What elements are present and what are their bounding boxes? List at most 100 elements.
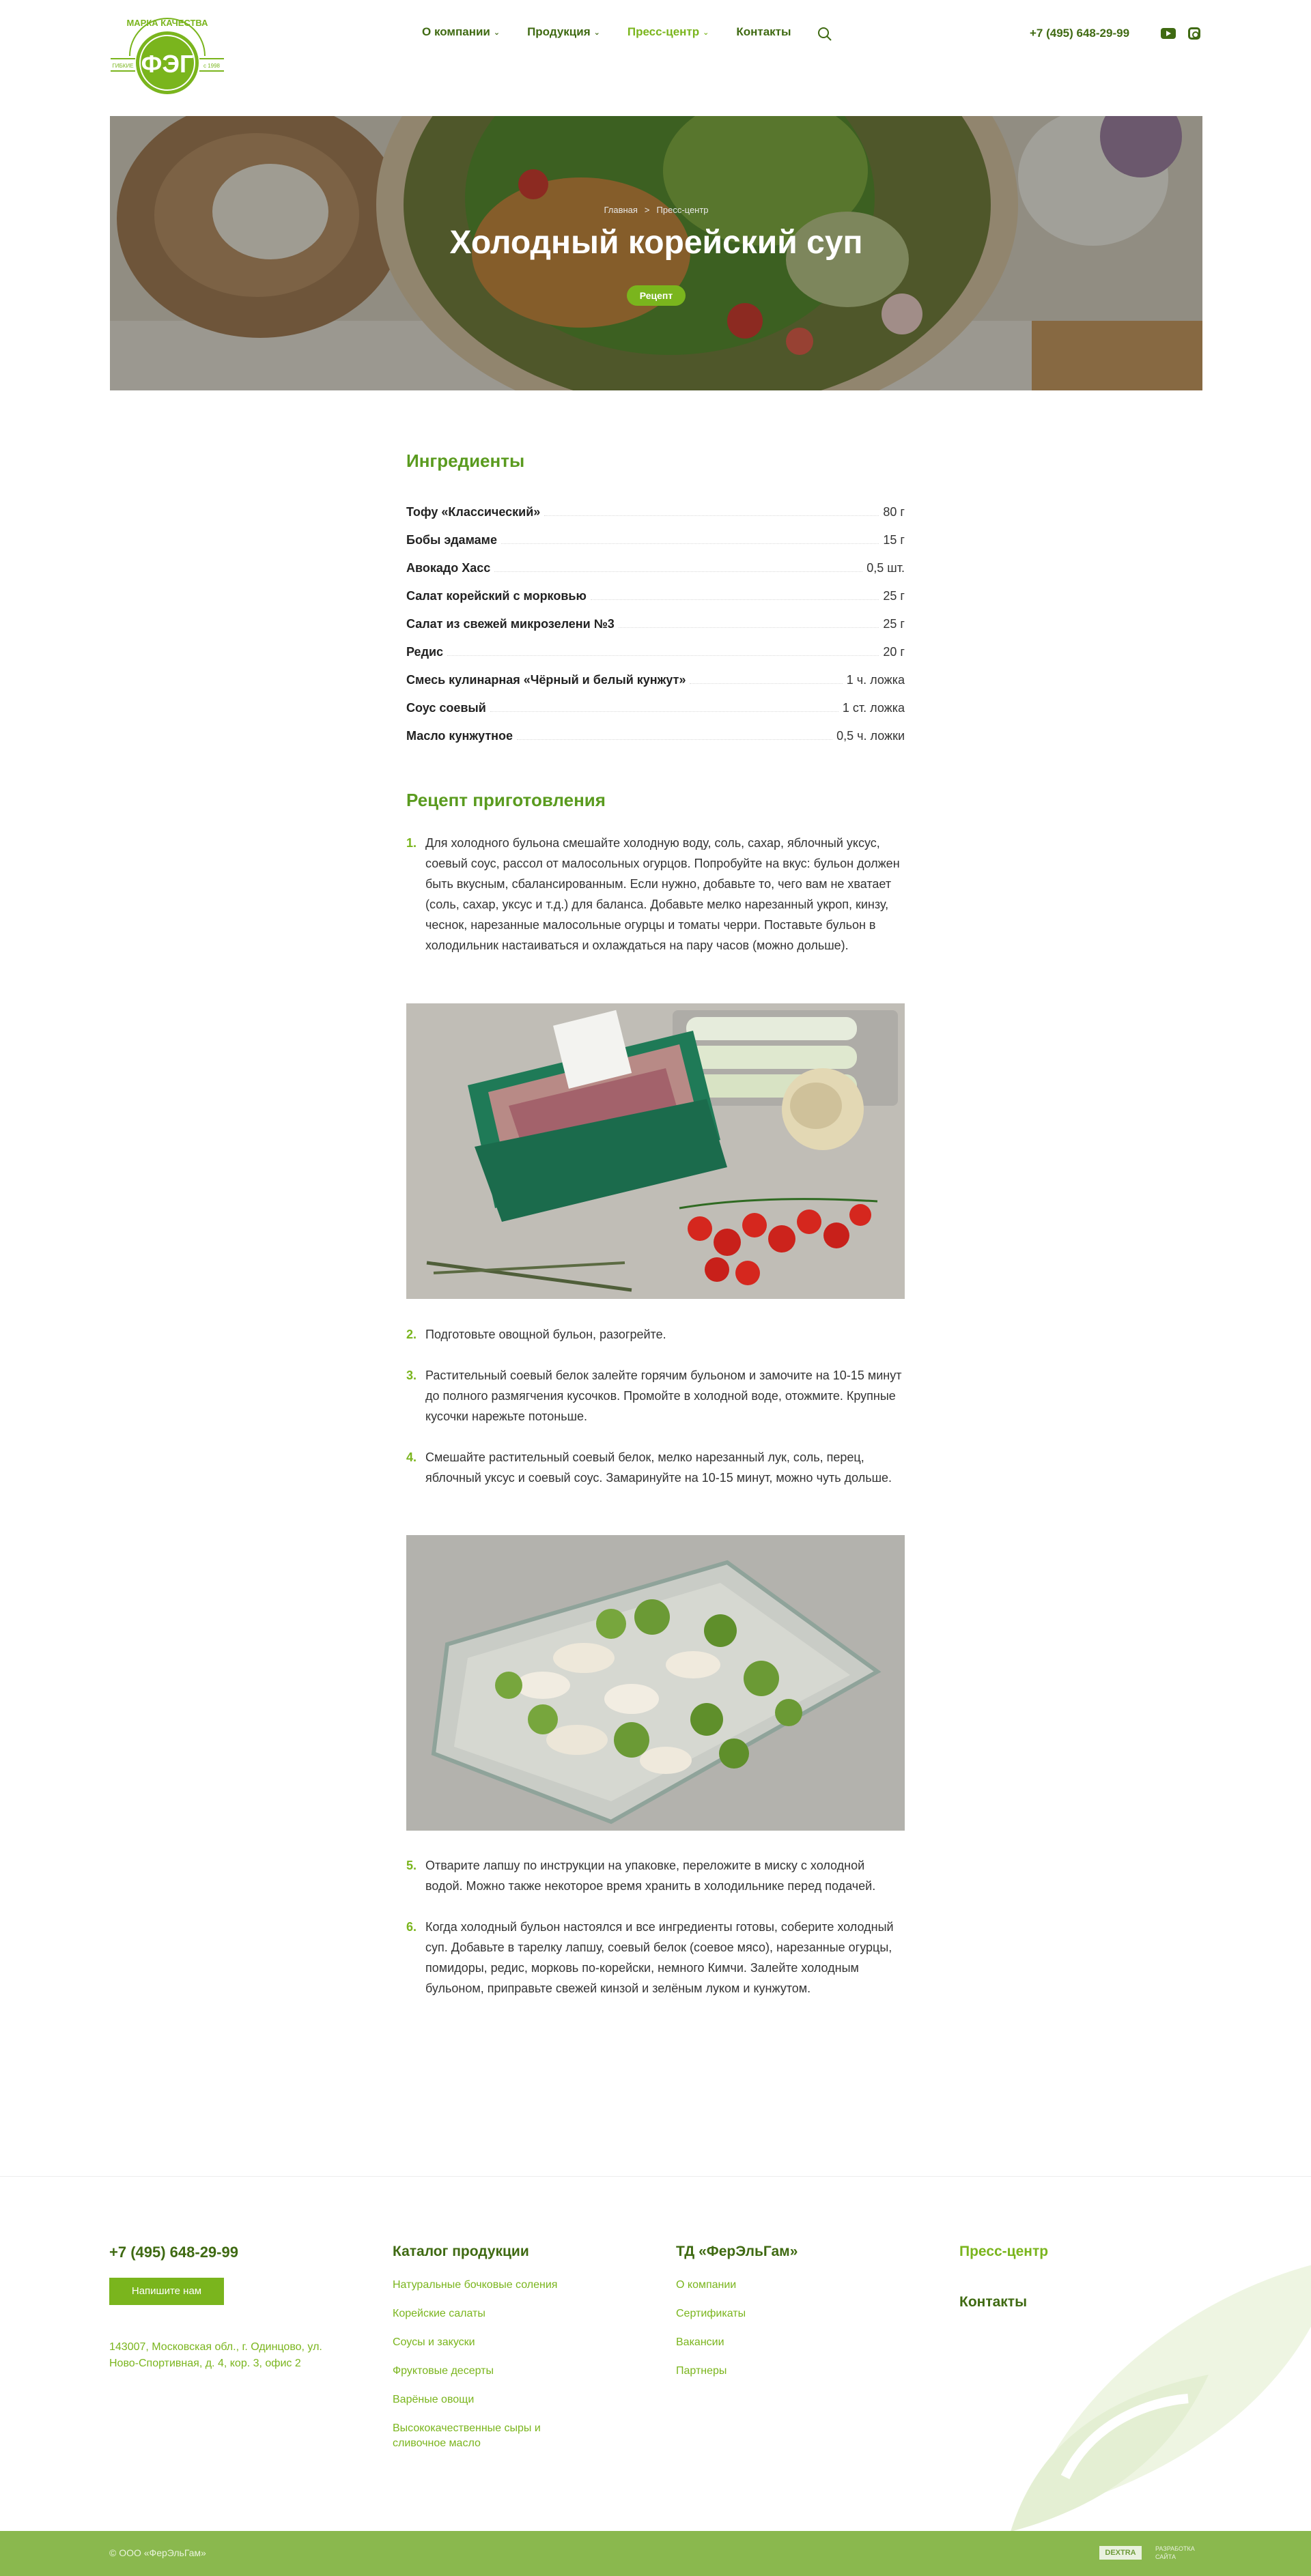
chevron-down-icon: ⌄ xyxy=(593,28,600,37)
svg-text:ФЭГ: ФЭГ xyxy=(141,50,194,78)
header-phone[interactable]: +7 (495) 648-29-99 xyxy=(1030,27,1129,40)
nav-products[interactable]: Продукция ⌄ xyxy=(527,25,600,39)
ingredient-name: Соус соевый xyxy=(406,701,486,715)
ingredient-name: Редис xyxy=(406,645,444,659)
leader-dots xyxy=(501,543,879,544)
main-nav: О компании ⌄ Продукция ⌄ Пресс-центр ⌄ Конт… xyxy=(422,25,819,39)
svg-text:МАРКА КАЧЕСТВА: МАРКА КАЧЕСТВА xyxy=(126,18,208,28)
breadcrumb-home[interactable]: Главная xyxy=(604,205,637,215)
footer-link[interactable]: Варёные овощи xyxy=(393,2392,570,2407)
footer-link[interactable]: Натуральные бочковые соления xyxy=(393,2278,570,2293)
step-text: Растительный соевый белок залейте горячи… xyxy=(425,1369,902,1423)
leader-dots xyxy=(590,599,879,600)
recipe-step: 3. Растительный соевый белок залейте горя… xyxy=(406,1365,905,1427)
developer-note: РАЗРАБОТКА САЙТА xyxy=(1155,2545,1195,2560)
category-badge[interactable]: Рецепт xyxy=(627,285,686,306)
ingredient-qty: 25 г xyxy=(883,589,905,603)
recipe-steps-group-1: 1. Для холодного бульона смешайте холодну… xyxy=(406,833,905,956)
ingredients-list: Тофу «Классический» 80 г Бобы эдамаме 15 г… xyxy=(406,491,905,743)
ingredient-name: Бобы эдамаме xyxy=(406,533,497,547)
recipe-step: 1. Для холодного бульона смешайте холодну… xyxy=(406,833,905,956)
ingredient-name: Салат корейский с морковью xyxy=(406,589,587,603)
ingredient-row: Бобы эдамаме 15 г xyxy=(406,519,905,547)
recipe-steps-group-3: 5. Отварите лапшу по инструкции на упаков… xyxy=(406,1855,905,1999)
footer-link[interactable]: Партнеры xyxy=(676,2364,854,2379)
footer-link[interactable]: Соусы и закуски xyxy=(393,2335,570,2350)
footer-link[interactable]: Вакансии xyxy=(676,2335,854,2350)
ingredient-row: Авокадо Хасс 0,5 шт. xyxy=(406,547,905,575)
leader-dots xyxy=(544,515,879,516)
write-us-button[interactable]: Напишите нам xyxy=(109,2278,224,2305)
ingredient-qty: 80 г xyxy=(883,505,905,519)
ingredient-row: Редис 20 г xyxy=(406,631,905,659)
chevron-down-icon: ⌄ xyxy=(703,28,709,37)
youtube-icon[interactable] xyxy=(1161,28,1176,39)
search-icon[interactable] xyxy=(817,27,832,42)
recipe-step: 5. Отварите лапшу по инструкции на упаков… xyxy=(406,1855,905,1896)
recipe-title: Рецепт приготовления xyxy=(406,790,606,810)
brand-logo[interactable]: ФЭГ ГИБКИЕ с 1998 МАРКА КАЧЕСТВА xyxy=(109,8,225,100)
footer-address: 143007, Московская обл., г. Одинцово, ул… xyxy=(109,2341,322,2369)
footer-link[interactable]: Высококачественные сыры и сливочное масл… xyxy=(393,2421,570,2451)
leader-dots xyxy=(517,739,833,740)
footer-contacts[interactable]: Контакты xyxy=(959,2294,1048,2310)
leader-dots xyxy=(618,627,879,628)
ingredient-name: Масло кунжутное xyxy=(406,729,513,743)
step-text: Отварите лапшу по инструкции на упаковке… xyxy=(425,1859,876,1893)
step-number: 6. xyxy=(406,1920,417,1934)
footer-catalog: Каталог продукции Натуральные бочковые с… xyxy=(393,2244,570,2465)
ingredient-row: Тофу «Классический» 80 г xyxy=(406,491,905,519)
ingredient-qty: 20 г xyxy=(883,645,905,659)
nav-contacts[interactable]: Контакты xyxy=(736,25,791,39)
nav-about[interactable]: О компании ⌄ xyxy=(422,25,500,39)
footer-press-center[interactable]: Пресс-центр xyxy=(959,2244,1048,2260)
step-number: 4. xyxy=(406,1450,417,1464)
step-number: 2. xyxy=(406,1328,417,1341)
ingredient-qty: 1 ч. ложка xyxy=(846,673,905,687)
developer-logo[interactable]: DEXTRA xyxy=(1099,2546,1142,2560)
ingredient-row: Масло кунжутное 0,5 ч. ложки xyxy=(406,715,905,743)
step-number: 1. xyxy=(406,836,417,850)
page-title: Холодный корейский суп xyxy=(449,225,863,261)
footer-catalog-title[interactable]: Каталог продукции xyxy=(393,2244,570,2260)
svg-text:ГИБКИЕ: ГИБКИЕ xyxy=(112,63,133,69)
ingredient-name: Салат из свежей микрозелени №3 xyxy=(406,617,615,631)
svg-text:с 1998: с 1998 xyxy=(203,63,221,69)
nav-press-center[interactable]: Пресс-центр ⌄ xyxy=(628,25,709,39)
breadcrumb-press-center[interactable]: Пресс-центр xyxy=(657,205,709,215)
step-text: Для холодного бульона смешайте холодную … xyxy=(425,836,900,952)
footer-link[interactable]: Фруктовые десерты xyxy=(393,2364,570,2379)
recipe-step: 6. Когда холодный бульон настоялся и все … xyxy=(406,1917,905,1999)
recipe-steps-group-2: 2. Подготовьте овощной бульон, разогрейте… xyxy=(406,1324,905,1488)
instagram-icon[interactable] xyxy=(1188,27,1200,40)
ingredient-qty: 25 г xyxy=(883,617,905,631)
footer-link[interactable]: Сертификаты xyxy=(676,2306,854,2321)
footer-link[interactable]: Корейские салаты xyxy=(393,2306,570,2321)
step-text: Подготовьте овощной бульон, разогрейте. xyxy=(425,1328,666,1341)
ingredient-row: Салат корейский с морковью 25 г xyxy=(406,575,905,603)
site-header: ФЭГ ГИБКИЕ с 1998 МАРКА КАЧЕСТВА О компа… xyxy=(0,0,1311,102)
leader-dots xyxy=(690,683,843,684)
site-footer: +7 (495) 648-29-99 Напишите нам 143007, … xyxy=(0,2176,1311,2531)
ingredient-qty: 1 ст. ложка xyxy=(842,701,905,715)
ingredient-row: Соус соевый 1 ст. ложка xyxy=(406,687,905,715)
ingredient-name: Смесь кулинарная «Чёрный и белый кунжут» xyxy=(406,673,686,687)
hero-banner: Главная > Пресс-центр Холодный корейский с… xyxy=(110,116,1202,390)
ingredient-qty: 0,5 ч. ложки xyxy=(836,729,905,743)
step-text: Смешайте растительный соевый белок, мелк… xyxy=(425,1450,892,1485)
ingredient-row: Смесь кулинарная «Чёрный и белый кунжут»… xyxy=(406,659,905,687)
ingredient-name: Авокадо Хасс xyxy=(406,561,491,575)
copyright: © ООО «ФерЭльГам» xyxy=(109,2547,206,2558)
ingredients-title: Ингредиенты xyxy=(406,450,525,471)
step-text: Когда холодный бульон настоялся и все ин… xyxy=(425,1920,894,1995)
ingredient-row: Салат из свежей микрозелени №3 25 г xyxy=(406,603,905,631)
footer-bottom-bar: © ООО «ФерЭльГам» DEXTRA РАЗРАБОТКА САЙТ… xyxy=(0,2531,1311,2576)
step-number: 3. xyxy=(406,1369,417,1382)
breadcrumb-separator: > xyxy=(644,205,650,215)
footer-company-title[interactable]: ТД «ФерЭльГам» xyxy=(676,2244,854,2260)
leader-dots xyxy=(490,711,838,712)
ingredient-qty: 15 г xyxy=(883,533,905,547)
footer-phone[interactable]: +7 (495) 648-29-99 xyxy=(109,2244,238,2261)
recipe-photo-glass-dish xyxy=(406,1535,905,1831)
footer-link[interactable]: О компании xyxy=(676,2278,854,2293)
